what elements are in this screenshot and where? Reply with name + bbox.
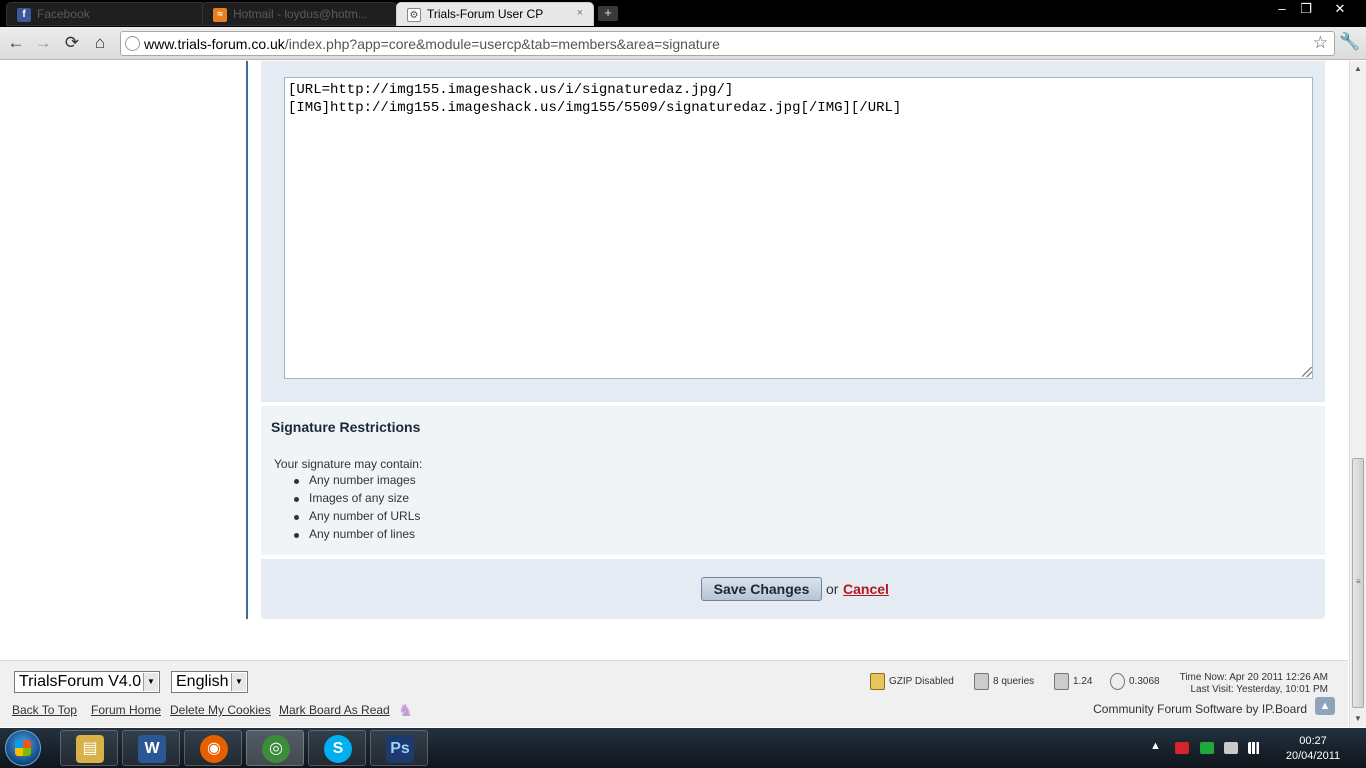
grip-icon: ≡ <box>1356 577 1361 586</box>
content-left-rule <box>246 61 248 619</box>
forum-home-link[interactable]: Forum Home <box>91 703 161 717</box>
signature-restrictions-intro: Your signature may contain: <box>274 457 423 471</box>
tab-close-icon[interactable]: × <box>577 7 583 19</box>
time-now-text: Time Now: Apr 20 2011 12:26 AM <box>1179 672 1328 683</box>
signature-restrictions-list: Any number images Images of any size Any… <box>292 472 420 544</box>
skin-select-value: TrialsForum V4.0 <box>19 673 142 690</box>
device-icon[interactable] <box>1224 742 1238 754</box>
list-item: Any number images <box>292 472 420 490</box>
tab-label: Facebook <box>37 7 90 21</box>
chevron-down-icon: ▼ <box>143 673 158 691</box>
bookmark-star-icon[interactable]: ☆ <box>1313 33 1328 53</box>
address-url[interactable]: www.trials-forum.co.uk/index.php?app=cor… <box>144 36 720 52</box>
photoshop-icon: Ps <box>386 735 414 763</box>
folder-icon: ▤ <box>76 735 104 763</box>
cancel-link[interactable]: Cancel <box>843 581 889 597</box>
server-load: 1.24 <box>1054 673 1092 690</box>
scroll-to-top-icon[interactable]: ▲ <box>1315 697 1335 715</box>
taskbar-app-photoshop[interactable]: Ps <box>370 730 428 766</box>
forum-favicon-icon: ⚙ <box>407 8 421 22</box>
clock-icon <box>1110 673 1125 690</box>
language-select[interactable]: English ▼ <box>171 671 248 693</box>
zip-icon <box>870 673 885 690</box>
minimize-icon[interactable]: – <box>1270 0 1294 18</box>
page-scrollbar[interactable]: ▲ ≡ ▼ <box>1349 61 1366 727</box>
signature-textarea[interactable] <box>284 77 1313 379</box>
taskbar-app-chrome[interactable]: ◎ <box>246 730 304 766</box>
ati-icon[interactable] <box>1175 742 1189 754</box>
windows-taskbar: ▤ W ◉ ◎ S Ps ▲ 00:27 20/04/2011 <box>0 728 1366 768</box>
tray-expand-icon[interactable]: ▲ <box>1150 740 1161 752</box>
taskbar-app-skype[interactable]: S <box>308 730 366 766</box>
language-select-value: English <box>176 673 229 690</box>
scrollbar-thumb[interactable]: ≡ <box>1352 458 1364 708</box>
taskbar-app-explorer[interactable]: ▤ <box>60 730 118 766</box>
tab-label: Hotmail - loydus@hotm... <box>233 7 368 21</box>
facebook-icon: f <box>17 8 31 22</box>
wrench-menu-icon[interactable]: 🔧 <box>1339 32 1360 52</box>
tab-label: Trials-Forum User CP <box>427 7 544 21</box>
network-manager-icon[interactable] <box>1200 742 1214 754</box>
close-window-icon[interactable]: ✕ <box>1328 0 1352 18</box>
tab-facebook[interactable]: f Facebook <box>6 2 206 26</box>
signal-strength-icon[interactable] <box>1248 742 1262 754</box>
list-item: Images of any size <box>292 490 420 508</box>
gzip-status: GZIP Disabled <box>870 673 954 690</box>
back-icon[interactable]: ← <box>5 32 27 54</box>
database-icon <box>974 673 989 690</box>
signature-restrictions-panel <box>261 406 1325 555</box>
signature-restrictions-title: Signature Restrictions <box>271 419 421 435</box>
page-content: Signature Restrictions Your signature ma… <box>0 61 1348 727</box>
time-info: Time Now: Apr 20 2011 12:26 AM Last Visi… <box>1180 672 1328 696</box>
forward-icon[interactable]: → <box>32 32 54 54</box>
clock-date: 20/04/2011 <box>1285 750 1341 762</box>
browser-titlebar: f Facebook ≈ Hotmail - loydus@hotm... ⚙ … <box>0 0 1366 27</box>
word-icon: W <box>138 735 166 763</box>
scroll-up-icon[interactable]: ▲ <box>1350 61 1366 77</box>
new-tab-button[interactable]: + <box>598 6 618 21</box>
chevron-down-icon: ▼ <box>231 673 246 691</box>
delete-cookies-link[interactable]: Delete My Cookies <box>170 703 271 717</box>
back-to-top-link[interactable]: Back To Top <box>12 703 77 717</box>
mark-board-read-link[interactable]: Mark Board As Read <box>279 703 390 717</box>
taskbar-clock[interactable]: 00:27 20/04/2011 <box>1282 734 1344 764</box>
execution-time: 0.3068 <box>1110 673 1160 690</box>
taskbar-app-word[interactable]: W <box>122 730 180 766</box>
or-text: or <box>826 581 839 597</box>
skin-select[interactable]: TrialsForum V4.0 ▼ <box>14 671 160 693</box>
save-changes-button[interactable]: Save Changes <box>701 577 822 601</box>
forum-footer: TrialsForum V4.0 ▼ English ▼ Back To Top… <box>0 660 1348 727</box>
hotmail-icon: ≈ <box>213 8 227 22</box>
reload-icon[interactable]: ⟳ <box>61 32 83 54</box>
chrome-icon: ◎ <box>262 735 290 763</box>
list-item: Any number of URLs <box>292 508 420 526</box>
start-button[interactable] <box>5 730 41 766</box>
last-visit-text: Last Visit: Yesterday, 10:01 PM <box>1190 684 1329 695</box>
firefox-icon: ◉ <box>200 735 228 763</box>
clock-time: 00:27 <box>1299 735 1327 747</box>
bunny-icon: ♞ <box>398 701 414 720</box>
windows-logo-icon <box>15 740 31 756</box>
textarea-resize-handle[interactable] <box>1302 367 1312 377</box>
browser-toolbar: ← → ⟳ ⌂ www.trials-forum.co.uk/index.php… <box>0 27 1366 60</box>
tab-hotmail[interactable]: ≈ Hotmail - loydus@hotm... <box>202 2 397 26</box>
scroll-down-icon[interactable]: ▼ <box>1350 711 1366 727</box>
address-bar[interactable]: www.trials-forum.co.uk/index.php?app=cor… <box>120 31 1335 56</box>
query-count: 8 queries <box>974 673 1034 690</box>
skype-icon: S <box>324 735 352 763</box>
globe-icon <box>125 36 140 51</box>
server-icon <box>1054 673 1069 690</box>
tab-trials-forum[interactable]: ⚙ Trials-Forum User CP × <box>396 2 594 26</box>
taskbar-app-firefox[interactable]: ◉ <box>184 730 242 766</box>
home-icon[interactable]: ⌂ <box>89 32 111 54</box>
restore-icon[interactable]: ❐ <box>1294 0 1318 18</box>
list-item: Any number of lines <box>292 526 420 544</box>
powered-by-link[interactable]: Community Forum Software by IP.Board <box>1093 702 1307 716</box>
